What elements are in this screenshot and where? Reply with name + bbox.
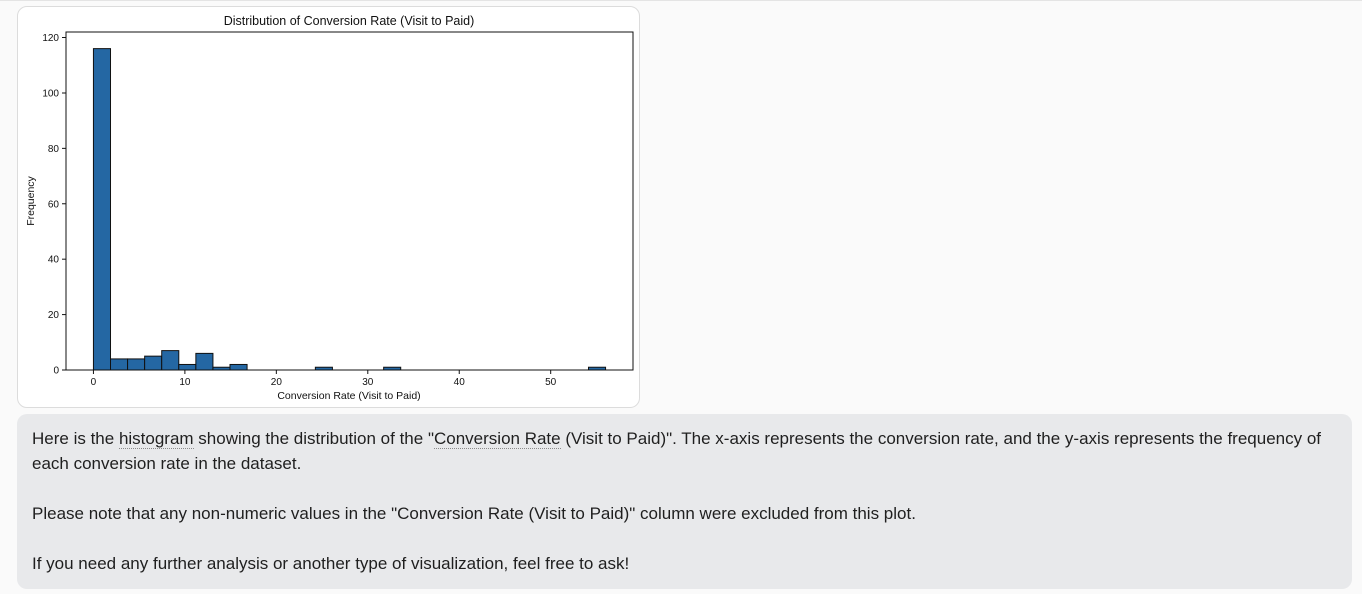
x-tick-label: 20 (271, 377, 283, 388)
histogram-chart: Distribution of Conversion Rate (Visit t… (25, 14, 634, 402)
y-tick-label: 0 (53, 366, 59, 377)
x-tick-label: 50 (545, 377, 557, 388)
term-conversion-rate[interactable]: Conversion Rate (433, 429, 561, 449)
bars-group (92, 48, 607, 371)
x-axis-ticks: 0 10 20 30 40 50 (91, 370, 557, 388)
y-tick-label: 20 (48, 310, 60, 321)
y-tick-label: 80 (48, 144, 60, 155)
histogram-bar (178, 363, 197, 371)
chart-title: Distribution of Conversion Rate (Visit t… (224, 14, 475, 28)
histogram-bar (144, 355, 163, 371)
x-tick-label: 40 (454, 377, 466, 388)
x-tick-label: 0 (91, 377, 97, 388)
histogram-bar (161, 350, 180, 371)
assistant-message: Here is the histogram showing the distri… (17, 414, 1352, 589)
y-axis-ticks: 0 20 40 60 80 100 120 (42, 33, 66, 377)
histogram-bar (195, 352, 214, 371)
histogram-bar (92, 48, 112, 371)
y-tick-label: 40 (48, 255, 60, 266)
x-tick-label: 10 (179, 377, 191, 388)
histogram-bar (229, 363, 248, 371)
message-text: Here is the (32, 429, 119, 448)
x-axis-label: Conversion Rate (Visit to Paid) (277, 390, 420, 402)
y-tick-label: 120 (42, 33, 59, 44)
histogram-bar (110, 358, 129, 371)
message-paragraph-3: If you need any further analysis or anot… (32, 554, 630, 573)
message-paragraph-1: Here is the histogram showing the distri… (32, 426, 1337, 476)
x-tick-label: 30 (362, 377, 374, 388)
y-tick-label: 100 (42, 88, 59, 99)
term-histogram[interactable]: histogram (118, 429, 194, 449)
chart-card: Distribution of Conversion Rate (Visit t… (17, 6, 640, 408)
histogram-bar (127, 358, 146, 371)
plot-frame (65, 31, 634, 371)
y-axis-label: Frequency (25, 175, 37, 225)
y-tick-label: 60 (48, 199, 60, 210)
top-divider (0, 0, 1362, 1)
message-text: showing the distribution of the " (193, 429, 434, 448)
message-paragraph-2: Please note that any non-numeric values … (32, 504, 916, 523)
